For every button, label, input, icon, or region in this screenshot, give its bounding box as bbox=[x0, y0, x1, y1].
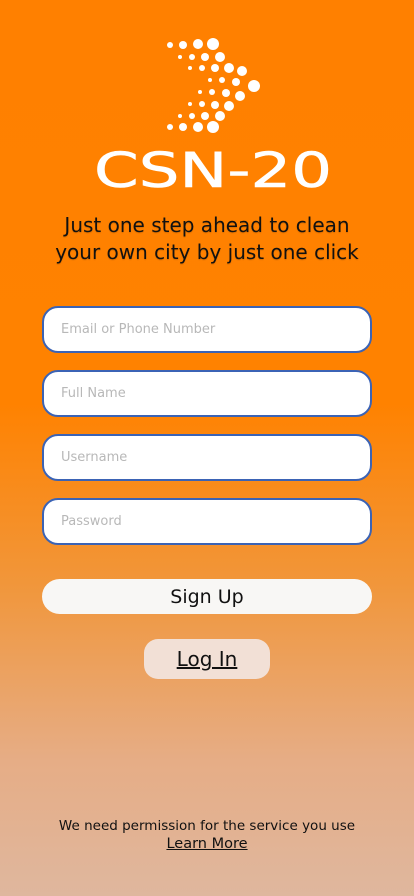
permission-footer: We need permission for the service you u… bbox=[0, 817, 414, 853]
permission-text: We need permission for the service you u… bbox=[58, 818, 356, 834]
password-field[interactable] bbox=[42, 498, 372, 545]
learn-more-link[interactable]: Learn More bbox=[166, 835, 247, 853]
email-field[interactable] bbox=[42, 306, 372, 353]
tagline-line-2: your own city by just one click bbox=[55, 240, 359, 264]
tagline-line-1: Just one step ahead to clean bbox=[64, 213, 350, 237]
username-field[interactable] bbox=[42, 434, 372, 481]
sign-up-button[interactable]: Sign Up bbox=[42, 579, 372, 614]
brand-name: CSN-20 bbox=[94, 146, 332, 192]
log-in-button[interactable]: Log In bbox=[144, 639, 270, 679]
full-name-field[interactable] bbox=[42, 370, 372, 417]
tagline: Just one step ahead to clean your own ci… bbox=[0, 212, 414, 266]
brand-wordmark: CSN-20 bbox=[94, 146, 333, 192]
dotted-arrow-icon bbox=[167, 38, 260, 133]
